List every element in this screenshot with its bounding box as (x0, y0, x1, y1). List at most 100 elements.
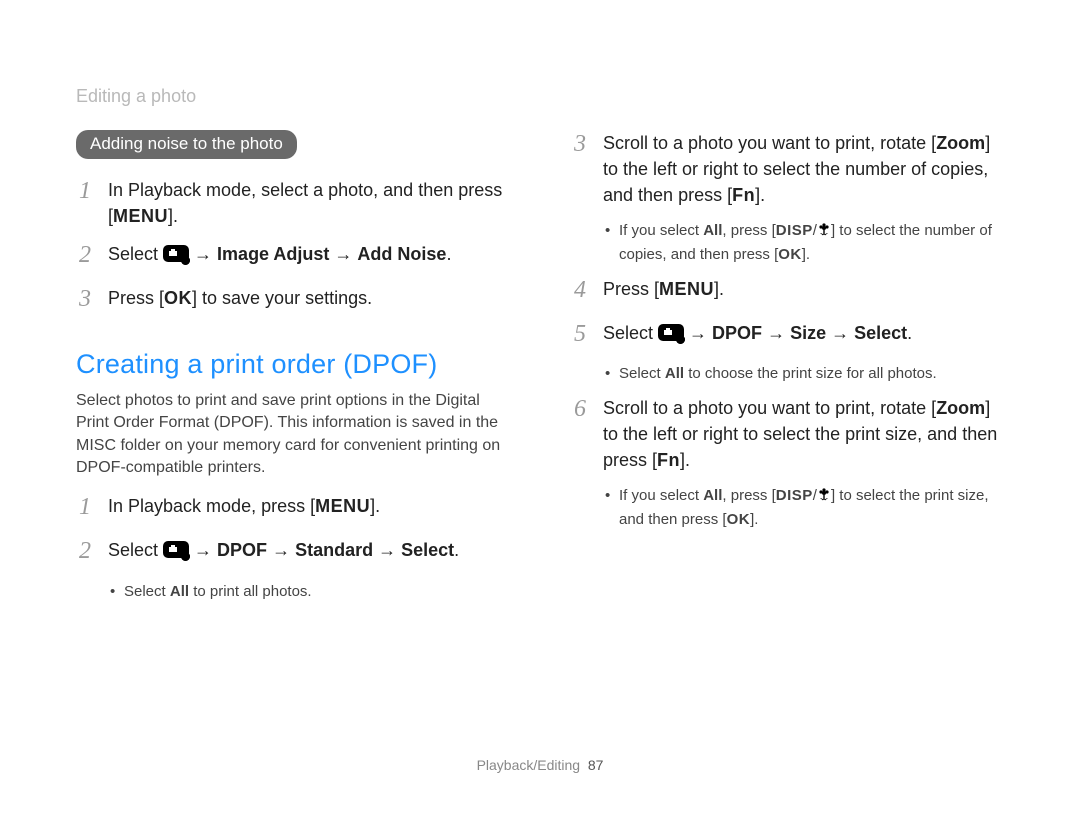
text: Scroll to a photo you want to print, rot… (603, 133, 936, 153)
ok-button-label: OK (164, 288, 192, 308)
step-dpof-5: 5 Select → DPOF → Size → Select. (571, 320, 1010, 352)
step-body: Press [MENU]. (603, 276, 1010, 302)
ok-button-label: OK (778, 246, 802, 263)
right-column: 3 Scroll to a photo you want to print, r… (571, 130, 1010, 613)
step-dpof-3: 3 Scroll to a photo you want to print, r… (571, 130, 1010, 208)
step-body: In Playback mode, press [MENU]. (108, 493, 515, 519)
text: . (446, 244, 451, 264)
step-body: In Playback mode, select a photo, and th… (108, 177, 515, 229)
step-body: Scroll to a photo you want to print, rot… (603, 130, 1010, 208)
step-body: Select → DPOF → Size → Select. (603, 320, 1010, 346)
breadcrumb: Editing a photo (76, 86, 196, 107)
step-number: 2 (76, 534, 94, 569)
step-dpof-2: 2 Select → DPOF → Standard → Select. (76, 537, 515, 569)
step-number: 3 (76, 282, 94, 317)
step-dpof-1: 1 In Playback mode, press [MENU]. (76, 493, 515, 525)
bold-text: All (665, 365, 684, 382)
bold-text: Size (790, 323, 826, 343)
toolbox-icon (163, 245, 189, 262)
toolbox-icon (163, 541, 189, 558)
text: Select (108, 244, 163, 264)
text: Select (124, 583, 170, 600)
text: Press [ (108, 288, 164, 308)
text: In Playback mode, press [ (108, 496, 315, 516)
text: Press [ (603, 279, 659, 299)
step-1: 1 In Playback mode, select a photo, and … (76, 177, 515, 229)
bullet-item: Select All to choose the print size for … (605, 363, 1010, 385)
bullet-item: If you select All, press [DISP/] to sele… (605, 485, 1010, 531)
step-2: 2 Select → Image Adjust → Add Noise. (76, 241, 515, 273)
paragraph: Select photos to print and save print op… (76, 390, 515, 480)
text: ]. (714, 279, 724, 299)
bullet-list: Select All to choose the print size for … (605, 363, 1010, 385)
step-number: 1 (76, 490, 94, 525)
step-dpof-4: 4 Press [MENU]. (571, 276, 1010, 308)
menu-button-label: MENU (315, 496, 370, 516)
step-number: 1 (76, 174, 94, 209)
section-pill-adding-noise: Adding noise to the photo (76, 130, 297, 159)
step-body: Press [OK] to save your settings. (108, 285, 515, 311)
disp-button-label: DISP (776, 222, 813, 239)
step-number: 3 (571, 127, 589, 162)
content-columns: Adding noise to the photo 1 In Playback … (76, 130, 1010, 613)
page-number: 87 (588, 757, 604, 773)
text: , press [ (722, 222, 775, 239)
arrow: → (189, 244, 217, 264)
step-number: 6 (571, 392, 589, 427)
step-number: 2 (76, 238, 94, 273)
macro-flower-icon (817, 222, 831, 244)
arrow: → (329, 244, 357, 264)
step-body: Scroll to a photo you want to print, rot… (603, 395, 1010, 473)
bold-text: DPOF (712, 323, 762, 343)
bullet-item: Select All to print all photos. (110, 581, 515, 603)
text: If you select (619, 222, 703, 239)
left-column: Adding noise to the photo 1 In Playback … (76, 130, 515, 613)
text: to print all photos. (189, 583, 312, 600)
arrow: → (373, 540, 401, 560)
page: Editing a photo Adding noise to the phot… (0, 0, 1080, 815)
bullet-list: If you select All, press [DISP/] to sele… (605, 220, 1010, 266)
step-3: 3 Press [OK] to save your settings. (76, 285, 515, 317)
fn-button-label: Fn (657, 450, 680, 470)
disp-button-label: DISP (776, 487, 813, 504)
bold-text: Standard (295, 540, 373, 560)
text: Select (108, 540, 163, 560)
text: Select (619, 365, 665, 382)
ok-button-label: OK (727, 511, 751, 528)
bullet-item: If you select All, press [DISP/] to sele… (605, 220, 1010, 266)
footer-section: Playback/Editing (477, 757, 581, 773)
page-footer: Playback/Editing 87 (0, 757, 1080, 773)
arrow: → (267, 540, 295, 560)
bold-text: DPOF (217, 540, 267, 560)
text: If you select (619, 487, 703, 504)
step-dpof-6: 6 Scroll to a photo you want to print, r… (571, 395, 1010, 473)
text: ]. (755, 185, 765, 205)
text: , press [ (722, 487, 775, 504)
arrow: → (189, 540, 217, 560)
bold-text: Add Noise (357, 244, 446, 264)
macro-flower-icon (817, 487, 831, 509)
arrow: → (826, 323, 854, 343)
text: Scroll to a photo you want to print, rot… (603, 398, 936, 418)
bold-text: All (703, 222, 722, 239)
toolbox-icon (658, 324, 684, 341)
text: . (907, 323, 912, 343)
bold-text: Zoom (936, 133, 985, 153)
text: Select (603, 323, 658, 343)
bullet-list: Select All to print all photos. (110, 581, 515, 603)
text: . (454, 540, 459, 560)
text: ]. (750, 511, 758, 528)
text: ]. (168, 206, 178, 226)
text: ]. (680, 450, 690, 470)
bold-text: Select (401, 540, 454, 560)
text: ]. (370, 496, 380, 516)
heading-creating-print-order: Creating a print order (DPOF) (76, 349, 515, 380)
fn-button-label: Fn (732, 185, 755, 205)
step-body: Select → DPOF → Standard → Select. (108, 537, 515, 563)
step-number: 4 (571, 273, 589, 308)
step-number: 5 (571, 317, 589, 352)
bold-text: Zoom (936, 398, 985, 418)
bullet-list: If you select All, press [DISP/] to sele… (605, 485, 1010, 531)
menu-button-label: MENU (659, 279, 714, 299)
bold-text: Select (854, 323, 907, 343)
